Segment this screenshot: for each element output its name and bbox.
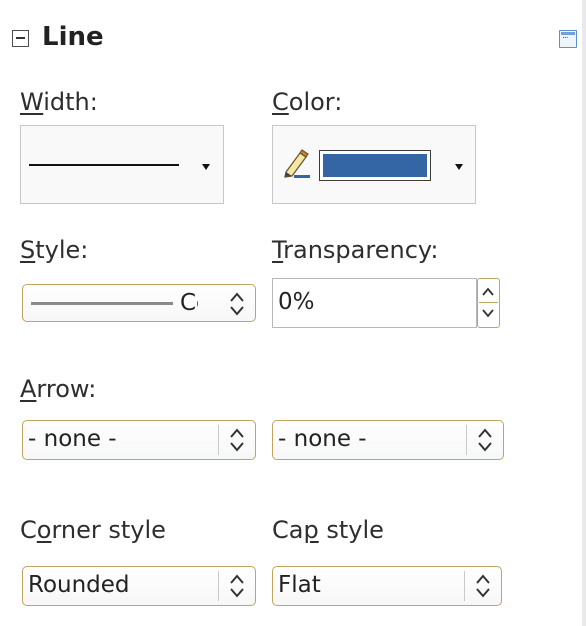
color-dropdown[interactable] <box>272 125 476 204</box>
cap-style-value: Flat <box>278 572 321 598</box>
line-properties-panel: Line Width: Color: Style: Cc Transparenc… <box>0 0 586 626</box>
up-down-chevrons-icon <box>230 574 244 598</box>
style-label: Style: <box>20 236 89 264</box>
more-options-icon[interactable] <box>559 30 577 48</box>
section-title: Line <box>42 22 104 52</box>
panel-edge <box>582 0 586 626</box>
style-dropdown[interactable]: Cc <box>22 284 256 322</box>
width-dropdown[interactable] <box>20 125 224 204</box>
cap-style-dropdown[interactable]: Flat <box>272 566 502 606</box>
corner-style-label: Corner style <box>20 516 166 544</box>
up-down-chevrons-icon <box>230 428 244 452</box>
cap-style-label: Cap style <box>272 516 384 544</box>
pencil-icon <box>284 149 310 178</box>
arrow-end-value: - none - <box>278 426 367 452</box>
collapse-minus-icon[interactable] <box>12 30 29 47</box>
triangle-down-icon <box>455 164 463 170</box>
arrow-end-dropdown[interactable]: - none - <box>272 420 504 460</box>
corner-style-dropdown[interactable]: Rounded <box>22 566 256 606</box>
color-label: Color: <box>272 88 343 116</box>
transparency-spin-button[interactable] <box>477 278 500 328</box>
line-style-preview <box>31 302 173 305</box>
transparency-value: 0% <box>278 289 315 315</box>
corner-style-value: Rounded <box>28 572 130 598</box>
transparency-label: Transparency: <box>272 236 439 264</box>
up-down-chevrons-icon <box>478 428 492 452</box>
color-swatch <box>319 150 431 181</box>
triangle-down-icon <box>202 164 210 170</box>
up-down-chevrons-icon <box>230 292 244 316</box>
arrow-start-value: - none - <box>28 426 117 452</box>
line-width-preview <box>29 164 179 166</box>
style-value: Cc <box>180 290 198 316</box>
arrow-start-dropdown[interactable]: - none - <box>22 420 256 460</box>
width-label: Width: <box>20 88 98 116</box>
arrow-label: Arrow: <box>20 375 97 403</box>
up-down-chevrons-icon <box>476 574 490 598</box>
transparency-input[interactable]: 0% <box>272 278 477 328</box>
section-header: Line <box>8 18 578 66</box>
